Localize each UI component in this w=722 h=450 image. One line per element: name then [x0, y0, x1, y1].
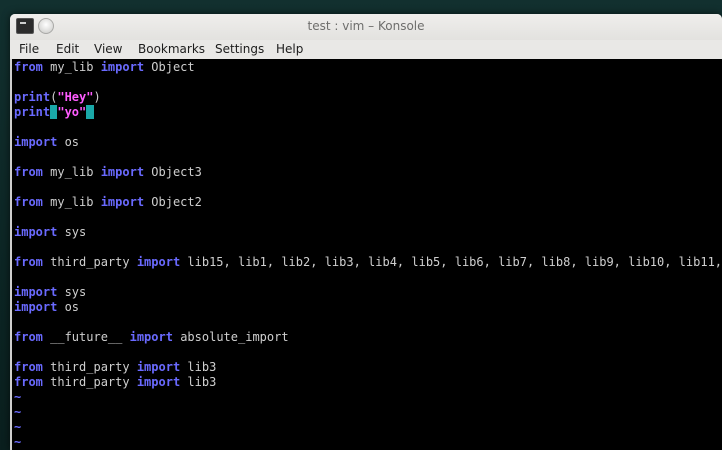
keyword: from	[14, 195, 43, 209]
module-name: third_party	[42, 375, 137, 389]
imported-name: Object3	[144, 165, 202, 179]
empty-line-marker: ~	[14, 405, 22, 419]
string-literal: "Hey"	[57, 90, 94, 104]
keyword: import	[14, 285, 58, 299]
module-name: my_lib	[42, 195, 101, 209]
module-name: sys	[57, 285, 87, 299]
function-name: print	[14, 90, 51, 104]
keyword: import	[100, 165, 145, 179]
code-line: from third_party import lib3	[14, 375, 216, 390]
module-name: third_party	[42, 360, 137, 374]
terminal-area[interactable]: from my_lib import Object print("Hey") p…	[10, 59, 722, 450]
code-line: import sys	[14, 225, 86, 240]
module-name: os	[57, 300, 80, 314]
text-cursor	[86, 105, 94, 119]
code-line: import sys	[14, 285, 86, 300]
module-name: sys	[57, 225, 87, 239]
code-line: print "yo"	[14, 105, 94, 120]
menu-bar: File Edit View Bookmarks Settings Help	[10, 40, 722, 60]
keyword: import	[100, 60, 145, 74]
menu-bookmarks[interactable]: Bookmarks	[138, 41, 205, 57]
module-name: third_party	[42, 255, 137, 269]
code-line: from __future__ import absolute_import	[14, 330, 289, 345]
keyword: from	[14, 165, 43, 179]
imported-name: Object	[144, 60, 195, 74]
keyword: import	[14, 300, 58, 314]
code-line: from third_party import lib3	[14, 360, 216, 375]
empty-line-marker: ~	[14, 390, 22, 404]
close-paren: )	[93, 90, 101, 104]
menu-edit[interactable]: Edit	[56, 41, 79, 57]
keyword: import	[129, 330, 173, 344]
keyword: import	[136, 255, 181, 269]
menu-view[interactable]: View	[94, 41, 122, 57]
code-line: from third_party import lib15, lib1, lib…	[14, 255, 722, 270]
module-name: os	[57, 135, 80, 149]
module-name: my_lib	[42, 165, 101, 179]
string-literal: "yo"	[57, 105, 87, 119]
keyword: import	[14, 135, 58, 149]
code-line: import os	[14, 135, 79, 150]
imported-name: lib3	[180, 375, 217, 389]
title-bar[interactable]: test : vim – Konsole	[10, 14, 722, 40]
konsole-window: test : vim – Konsole File Edit View Book…	[10, 14, 722, 450]
code-line: from my_lib import Object2	[14, 195, 202, 210]
imported-name: absolute_import	[172, 330, 289, 344]
keyword: import	[14, 225, 58, 239]
code-line: from my_lib import Object	[14, 60, 195, 75]
code-line: print("Hey")	[14, 90, 101, 105]
menu-settings[interactable]: Settings	[215, 41, 264, 57]
keyword: import	[136, 375, 181, 389]
window-title: test : vim – Konsole	[307, 19, 425, 33]
imported-name: lib15, lib1, lib2, lib3, lib4, lib5, lib…	[180, 255, 722, 269]
module-name: my_lib	[42, 60, 101, 74]
menu-file[interactable]: File	[19, 41, 39, 57]
keyword: from	[14, 60, 43, 74]
keyword: from	[14, 330, 43, 344]
keyword: from	[14, 360, 43, 374]
code-line: from my_lib import Object3	[14, 165, 202, 180]
code-line: import os	[14, 300, 79, 315]
keyword: from	[14, 255, 43, 269]
keyword: import	[136, 360, 181, 374]
function-name: print	[14, 105, 51, 119]
imported-name: lib3	[180, 360, 217, 374]
empty-line-marker: ~	[14, 435, 22, 449]
imported-name: Object2	[144, 195, 202, 209]
empty-line-marker: ~	[14, 420, 22, 434]
module-name: __future__	[42, 330, 130, 344]
keyword: import	[100, 195, 145, 209]
menu-help[interactable]: Help	[276, 41, 303, 57]
keyword: from	[14, 375, 43, 389]
